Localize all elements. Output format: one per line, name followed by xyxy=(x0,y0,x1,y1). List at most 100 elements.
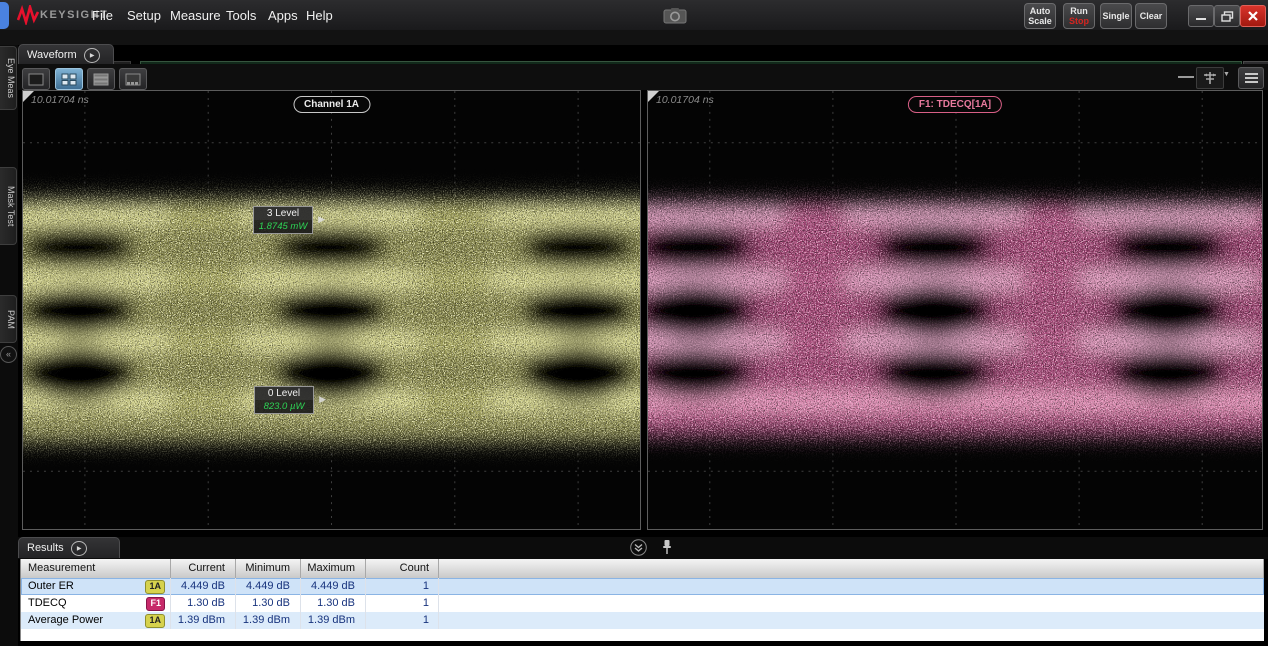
menu-file[interactable]: File xyxy=(92,8,113,23)
channel-badge[interactable]: Channel 1A xyxy=(293,96,370,113)
table-row-tdecq[interactable]: TDECQ F1 1.30 dB 1.30 dB 1.30 dB 1 xyxy=(21,595,1264,612)
layout-grid-icon xyxy=(61,73,77,86)
layout-single-button[interactable] xyxy=(22,68,50,90)
screenshot-button[interactable] xyxy=(660,5,690,25)
results-tab[interactable]: Results ▶ xyxy=(18,537,120,558)
toolbar-separator xyxy=(1178,76,1194,78)
level-marker-title: 0 Level xyxy=(255,387,313,400)
results-table-header: Measurement Current Minimum Maximum Coun… xyxy=(21,559,1264,578)
pin-icon[interactable] xyxy=(661,539,673,555)
source-badge-f1: F1 xyxy=(146,597,165,611)
chevron-left-double-icon: « xyxy=(6,349,11,359)
run-stop-button[interactable]: Run Stop xyxy=(1063,3,1095,29)
level-marker-title: 3 Level xyxy=(254,207,312,220)
results-table: Measurement Current Minimum Maximum Coun… xyxy=(20,559,1264,641)
marker-tool-icon xyxy=(1202,71,1218,85)
eye-diagram-channel-1a[interactable] xyxy=(23,91,640,529)
menu-measure[interactable]: Measure xyxy=(170,8,221,23)
current-value: 4.449 dB xyxy=(171,578,236,595)
header-count: Count xyxy=(366,559,439,578)
single-label: Single xyxy=(1102,11,1129,21)
level-marker-value: 1.8745 mW xyxy=(254,220,312,233)
measurement-name: TDECQ xyxy=(28,595,67,612)
maximum-value: 1.39 dBm xyxy=(301,612,366,629)
menu-tools[interactable]: Tools xyxy=(226,8,256,23)
sidebar-tab-mask-test[interactable]: Mask Test xyxy=(0,167,17,245)
clear-button[interactable]: Clear xyxy=(1135,3,1167,29)
display-toolbar xyxy=(18,64,1268,90)
window-edge-accent xyxy=(0,2,9,29)
menu-apps[interactable]: Apps xyxy=(268,8,298,23)
menu-help[interactable]: Help xyxy=(306,8,333,23)
layout-tabbed-icon xyxy=(125,73,141,86)
restore-button[interactable] xyxy=(1214,5,1240,27)
close-button[interactable] xyxy=(1240,5,1266,27)
measurement-name: Outer ER xyxy=(28,578,74,595)
source-badge-1a: 1A xyxy=(145,580,165,594)
waveform-tab-menu-icon[interactable]: ▶ xyxy=(84,48,100,63)
sidebar-collapse-button[interactable]: « xyxy=(0,346,17,363)
auto-scale-button[interactable]: Auto Scale xyxy=(1024,3,1056,29)
restore-icon xyxy=(1221,11,1234,22)
menu-bar: KEYSIGHT File Setup Measure Tools Apps H… xyxy=(0,0,1268,31)
waveform-tab[interactable]: Waveform ▶ xyxy=(18,44,114,65)
sidebar-tab-label: Mask Test xyxy=(6,186,16,226)
stop-label: Stop xyxy=(1069,16,1089,26)
header-minimum: Minimum xyxy=(236,559,301,578)
header-current: Current xyxy=(171,559,236,578)
panel-menu-button[interactable] xyxy=(1238,67,1264,89)
minimum-value: 4.449 dB xyxy=(236,578,301,595)
table-row-outer-er[interactable]: Outer ER 1A 4.449 dB 4.449 dB 4.449 dB 1 xyxy=(21,578,1264,595)
sidebar-tab-pam[interactable]: PAM xyxy=(0,295,17,343)
function-badge[interactable]: F1: TDECQ[1A] xyxy=(908,96,1002,113)
close-icon xyxy=(1248,11,1258,21)
waveform-panel-tdecq: 10.01704 ns F1: TDECQ[1A] xyxy=(647,90,1263,530)
minimum-value: 1.30 dB xyxy=(236,595,301,612)
measurement-name: Average Power xyxy=(28,612,103,629)
marker-tool-button[interactable] xyxy=(1196,67,1224,89)
auto-scale-label-1: Auto xyxy=(1030,6,1051,16)
current-value: 1.39 dBm xyxy=(171,612,236,629)
acquisition-bar: Pattern Acquisition (100%) ▼ xyxy=(0,30,1268,45)
waveform-tab-label: Waveform xyxy=(27,49,77,61)
count-value: 1 xyxy=(366,612,439,629)
layout-stacked-icon xyxy=(93,73,109,86)
sidebar-tab-label: PAM xyxy=(6,310,16,329)
timebase-readout: 10.01704 ns xyxy=(31,94,89,106)
menu-icon xyxy=(1245,73,1258,75)
waveform-panel-channel-1a: 10.01704 ns Channel 1A 3 Level 1.8745 mW… xyxy=(22,90,641,530)
sidebar-tab-eye-meas[interactable]: Eye Meas xyxy=(0,46,17,110)
menu-setup[interactable]: Setup xyxy=(127,8,161,23)
layout-tabbed-button[interactable] xyxy=(119,68,147,90)
marker-arrow-icon: ▶ xyxy=(318,214,325,225)
camera-icon xyxy=(663,7,687,24)
results-tab-menu-icon[interactable]: ▶ xyxy=(71,541,87,556)
level-marker-3[interactable]: 3 Level 1.8745 mW ▶ xyxy=(253,206,313,234)
maximum-value: 1.30 dB xyxy=(301,595,366,612)
minimize-button[interactable] xyxy=(1188,5,1214,27)
current-value: 1.30 dB xyxy=(171,595,236,612)
run-label: Run xyxy=(1070,6,1088,16)
count-value: 1 xyxy=(366,578,439,595)
table-row-average-power[interactable]: Average Power 1A 1.39 dBm 1.39 dBm 1.39 … xyxy=(21,612,1264,629)
eye-diagram-tdecq[interactable] xyxy=(648,91,1262,529)
results-tab-label: Results xyxy=(27,542,64,554)
layout-grid-button[interactable] xyxy=(55,68,83,90)
layout-stacked-button[interactable] xyxy=(87,68,115,90)
minimize-icon xyxy=(1195,11,1207,21)
header-measurement: Measurement xyxy=(21,559,171,578)
single-button[interactable]: Single xyxy=(1100,3,1132,29)
minimum-value: 1.39 dBm xyxy=(236,612,301,629)
clear-label: Clear xyxy=(1140,11,1163,21)
level-marker-0[interactable]: 0 Level 823.0 µW ▶ xyxy=(254,386,314,414)
results-collapse-button[interactable] xyxy=(630,539,647,556)
marker-arrow-icon: ▶ xyxy=(319,394,326,405)
source-badge-1a: 1A xyxy=(145,614,165,628)
auto-scale-label-2: Scale xyxy=(1028,16,1052,26)
layout-single-icon xyxy=(28,73,44,86)
marker-dropdown-icon[interactable]: ▼ xyxy=(1223,71,1230,78)
maximum-value: 4.449 dB xyxy=(301,578,366,595)
sidebar-tab-label: Eye Meas xyxy=(6,58,16,98)
timebase-readout: 10.01704 ns xyxy=(656,94,714,106)
count-value: 1 xyxy=(366,595,439,612)
